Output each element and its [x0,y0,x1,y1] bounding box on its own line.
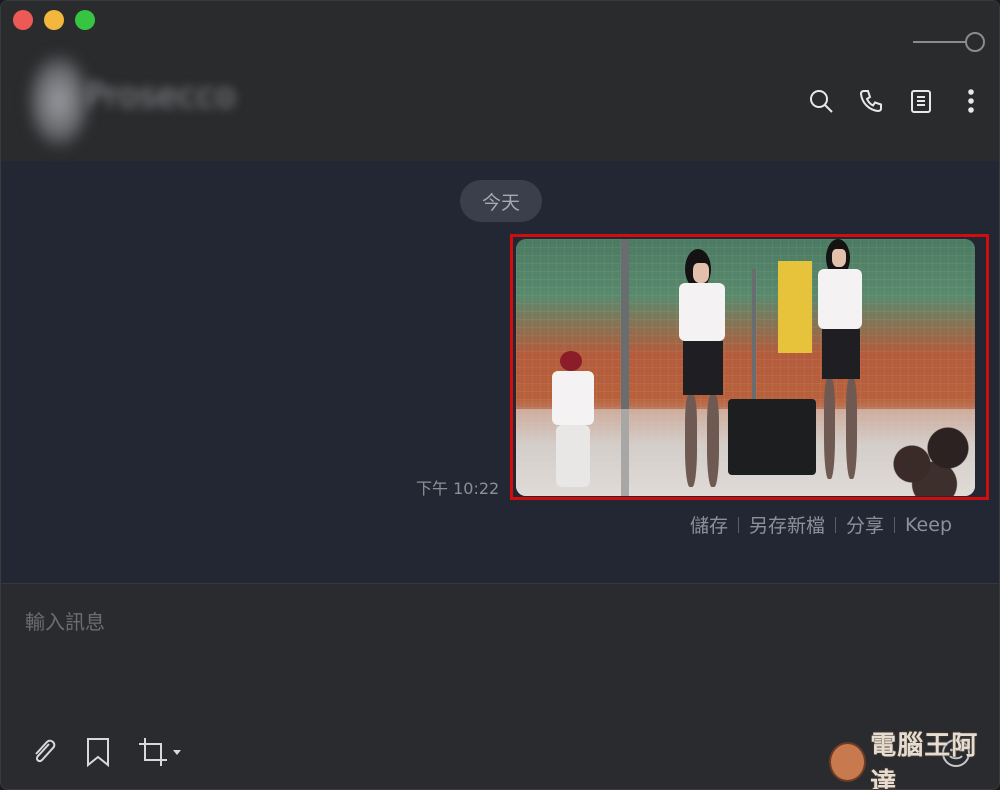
photo-actions: 儲存 另存新檔 分享 Keep [690,511,952,538]
slider-knob[interactable] [965,32,985,52]
notes-icon[interactable] [907,87,935,115]
share-button[interactable]: 分享 [846,511,884,538]
photo-message[interactable] [516,239,975,496]
photo-dancer [661,249,751,494]
opacity-slider[interactable] [913,31,985,53]
screenshot-crop-icon[interactable] [137,736,185,772]
contact-name: Prosecco [85,76,236,116]
divider [835,516,837,533]
divider [738,516,740,533]
photo-dancer [806,239,886,489]
slider-track [913,41,971,43]
minimize-window-button[interactable] [44,10,64,30]
window-controls [13,10,95,30]
avatar [27,53,91,149]
search-icon[interactable] [807,87,835,115]
save-as-button[interactable]: 另存新檔 [749,511,825,538]
date-separator: 今天 [460,180,542,222]
close-window-button[interactable] [13,10,33,30]
bookmark-icon[interactable] [85,736,111,772]
photo-crowd [885,416,975,496]
chat-window: Prosecco 今天 下午 10:22 儲存 另存新檔 分享 Keep 輸入訊… [0,0,1000,790]
message-list[interactable]: 今天 下午 10:22 儲存 另存新檔 分享 Keep [1,161,999,583]
watermark-mascot-icon [829,742,867,782]
save-button[interactable]: 儲存 [690,511,728,538]
watermark-text: 電腦王阿達 [870,731,979,790]
watermark: 電腦王阿達 [829,731,995,789]
composer-toolbar [29,736,185,772]
chat-header: Prosecco [1,1,999,161]
divider [894,516,896,533]
keep-button[interactable]: Keep [905,514,952,536]
paperclip-icon[interactable] [29,736,59,772]
photo-player [546,351,606,491]
contact-info[interactable]: Prosecco [21,53,261,151]
message-timestamp: 下午 10:22 [416,479,500,498]
composer: 輸入訊息 電腦王阿達 [1,583,999,789]
phone-icon[interactable] [857,87,885,115]
maximize-window-button[interactable] [75,10,95,30]
more-vertical-icon[interactable] [957,87,985,115]
message-input[interactable]: 輸入訊息 [25,606,105,635]
header-actions [807,87,985,115]
